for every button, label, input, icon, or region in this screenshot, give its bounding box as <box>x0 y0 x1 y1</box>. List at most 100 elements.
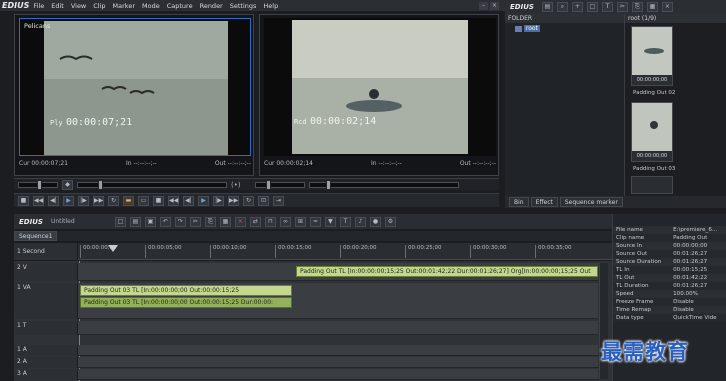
recorder-video[interactable]: Rcd 00:00:02;14 <box>264 18 496 156</box>
clip-va-audio[interactable]: Padding Out 03 TL [In:00:00:00;00 Out:00… <box>80 297 292 308</box>
save-icon[interactable]: ▣ <box>144 216 156 227</box>
sequence-tab[interactable]: Sequence1 <box>14 231 58 241</box>
redo-icon[interactable]: ↷ <box>174 216 186 227</box>
minimize-icon[interactable]: – <box>479 2 488 10</box>
rec-loop-icon[interactable]: ↻ <box>243 195 254 206</box>
menu-item[interactable]: Marker <box>113 2 135 10</box>
mixer-icon[interactable]: ♪ <box>354 216 366 227</box>
property-value: 00:01:26;27 <box>673 259 708 265</box>
rec-step-fwd-icon[interactable]: |▶ <box>213 195 224 206</box>
rec-next-icon[interactable]: ▶▶ <box>228 195 239 206</box>
player-audio-icon[interactable]: (•) <box>231 181 251 189</box>
menu-item[interactable]: Edit <box>51 2 64 10</box>
track-1a[interactable]: 1 A <box>14 345 598 356</box>
track-1va[interactable]: 1 VA Padding Out 03 TL [In:00:00:00;00 O… <box>14 283 598 319</box>
undo-icon[interactable]: ↶ <box>159 216 171 227</box>
cut-icon[interactable]: ✂ <box>189 216 201 227</box>
menu-item[interactable]: Help <box>263 2 278 10</box>
link-icon[interactable]: ∞ <box>279 216 291 227</box>
recorder-scrubber[interactable] <box>309 179 459 190</box>
menu-item[interactable]: Mode <box>142 2 160 10</box>
bin-paste-icon[interactable]: ▦ <box>646 2 658 12</box>
bin-thumb[interactable]: 00:00:00;00 <box>631 102 673 162</box>
player-shuttle[interactable] <box>18 179 58 190</box>
open-icon[interactable]: ▤ <box>129 216 141 227</box>
recorder-shuttle-knob[interactable] <box>266 179 271 190</box>
rec-prev-icon[interactable]: ◀◀ <box>168 195 179 206</box>
step-back-icon[interactable]: ◀| <box>48 195 59 206</box>
menu-item[interactable]: View <box>71 2 86 10</box>
bin-new-icon[interactable]: □ <box>586 2 598 12</box>
track-label: 2 A <box>14 357 78 368</box>
bin-copy-icon[interactable]: ⎘ <box>631 2 643 12</box>
clip-v2[interactable]: Padding Out TL [In:00:00:00;15;25 Out:00… <box>296 266 598 277</box>
menu-item[interactable]: Capture <box>167 2 193 10</box>
player-video[interactable]: Pelicans Ply 00:00:07;21 <box>19 18 251 156</box>
folder-root[interactable]: root <box>505 23 624 34</box>
bin-thumb-partial[interactable] <box>631 176 673 194</box>
bin-folder-icon[interactable]: ▤ <box>541 2 553 12</box>
group-icon[interactable]: ⊞ <box>294 216 306 227</box>
rec-step-back-icon[interactable]: ◀| <box>183 195 194 206</box>
title-icon[interactable]: T <box>339 216 351 227</box>
player-mode: Ply <box>50 119 63 127</box>
recorder-shuttle[interactable] <box>255 179 305 190</box>
track-label: 1 VA <box>14 283 78 319</box>
delete-icon[interactable]: × <box>234 216 246 227</box>
recorder-scrubber-knob[interactable] <box>326 179 331 190</box>
ruler-label: 00:00:20;00 <box>340 245 377 258</box>
overwrite-icon[interactable]: ▭ <box>138 195 149 206</box>
track-2a[interactable]: 2 A <box>14 357 598 368</box>
insert-icon[interactable]: ▬ <box>123 195 134 206</box>
player-shuttle-knob[interactable] <box>37 179 42 190</box>
clip-va-video[interactable]: Padding Out 03 TL [In:00:00:00;00 Out:00… <box>80 285 292 296</box>
settings-icon[interactable]: ⚙ <box>384 216 396 227</box>
stop-icon[interactable]: ■ <box>18 195 29 206</box>
waveform-icon[interactable]: ≈ <box>309 216 321 227</box>
menu-item[interactable]: Clip <box>93 2 105 10</box>
export-icon[interactable]: ⇥ <box>273 195 284 206</box>
scale-select[interactable]: 1 Second <box>14 243 78 260</box>
player-out: Out --:--:--;-- <box>214 160 251 167</box>
thumb-image <box>632 27 672 75</box>
rec-stop-icon[interactable]: ■ <box>153 195 164 206</box>
track-1t[interactable]: 1 T <box>14 321 598 335</box>
paste-icon[interactable]: ▦ <box>219 216 231 227</box>
ruler-ticks[interactable]: 00:00:00;00 00:00:05;00 00:00:10;00 00:00:1… <box>78 243 598 260</box>
property-row: Source In 00:00:00;00 <box>613 242 726 250</box>
player-scrubber-knob[interactable] <box>98 179 103 190</box>
playhead-icon[interactable] <box>108 245 118 252</box>
marker-icon[interactable]: ▼ <box>324 216 336 227</box>
play-icon[interactable]: ▶ <box>63 195 74 206</box>
prev-icon[interactable]: ◀◀ <box>33 195 44 206</box>
track-v2[interactable]: 2 V Padding Out TL [In:00:00:00;15;25 Ou… <box>14 263 598 281</box>
bin-tab[interactable]: Bin <box>509 197 529 207</box>
rec-mark-icon[interactable]: ⊡ <box>258 195 269 206</box>
loop-icon[interactable]: ↻ <box>108 195 119 206</box>
thumb-timecode: 00:00:00;00 <box>636 153 668 159</box>
bin-add-icon[interactable]: + <box>571 2 583 12</box>
player-scrubber[interactable] <box>77 179 227 190</box>
player-sync-icon[interactable]: ◆ <box>62 179 73 190</box>
menu-item[interactable]: File <box>33 2 44 10</box>
close-icon[interactable]: × <box>490 2 499 10</box>
menu-item[interactable]: Settings <box>230 2 257 10</box>
bin-cut-icon[interactable]: ✂ <box>616 2 628 12</box>
snap-icon[interactable]: ⊓ <box>264 216 276 227</box>
bin-delete-icon[interactable]: × <box>661 2 673 12</box>
step-fwd-icon[interactable]: |▶ <box>78 195 89 206</box>
rec-play-icon[interactable]: ▶ <box>198 195 209 206</box>
track-3a[interactable]: 3 A <box>14 369 598 380</box>
bin-text-icon[interactable]: T <box>601 2 613 12</box>
bin-tab[interactable]: Effect <box>530 197 558 207</box>
copy-icon[interactable]: ⎘ <box>204 216 216 227</box>
ripple-icon[interactable]: ⇄ <box>249 216 261 227</box>
bin-thumb[interactable]: 00:00:00;00 <box>631 26 673 86</box>
menu-item[interactable]: Render <box>200 2 223 10</box>
bin-tab[interactable]: Sequence marker <box>559 197 623 207</box>
player-info: Cur 00:00:07;21 In --:--:--;-- Out --:--… <box>19 160 251 167</box>
new-icon[interactable]: □ <box>114 216 126 227</box>
voice-icon[interactable]: ● <box>369 216 381 227</box>
next-icon[interactable]: ▶▶ <box>93 195 104 206</box>
bin-search-icon[interactable]: ⌕ <box>556 2 568 12</box>
